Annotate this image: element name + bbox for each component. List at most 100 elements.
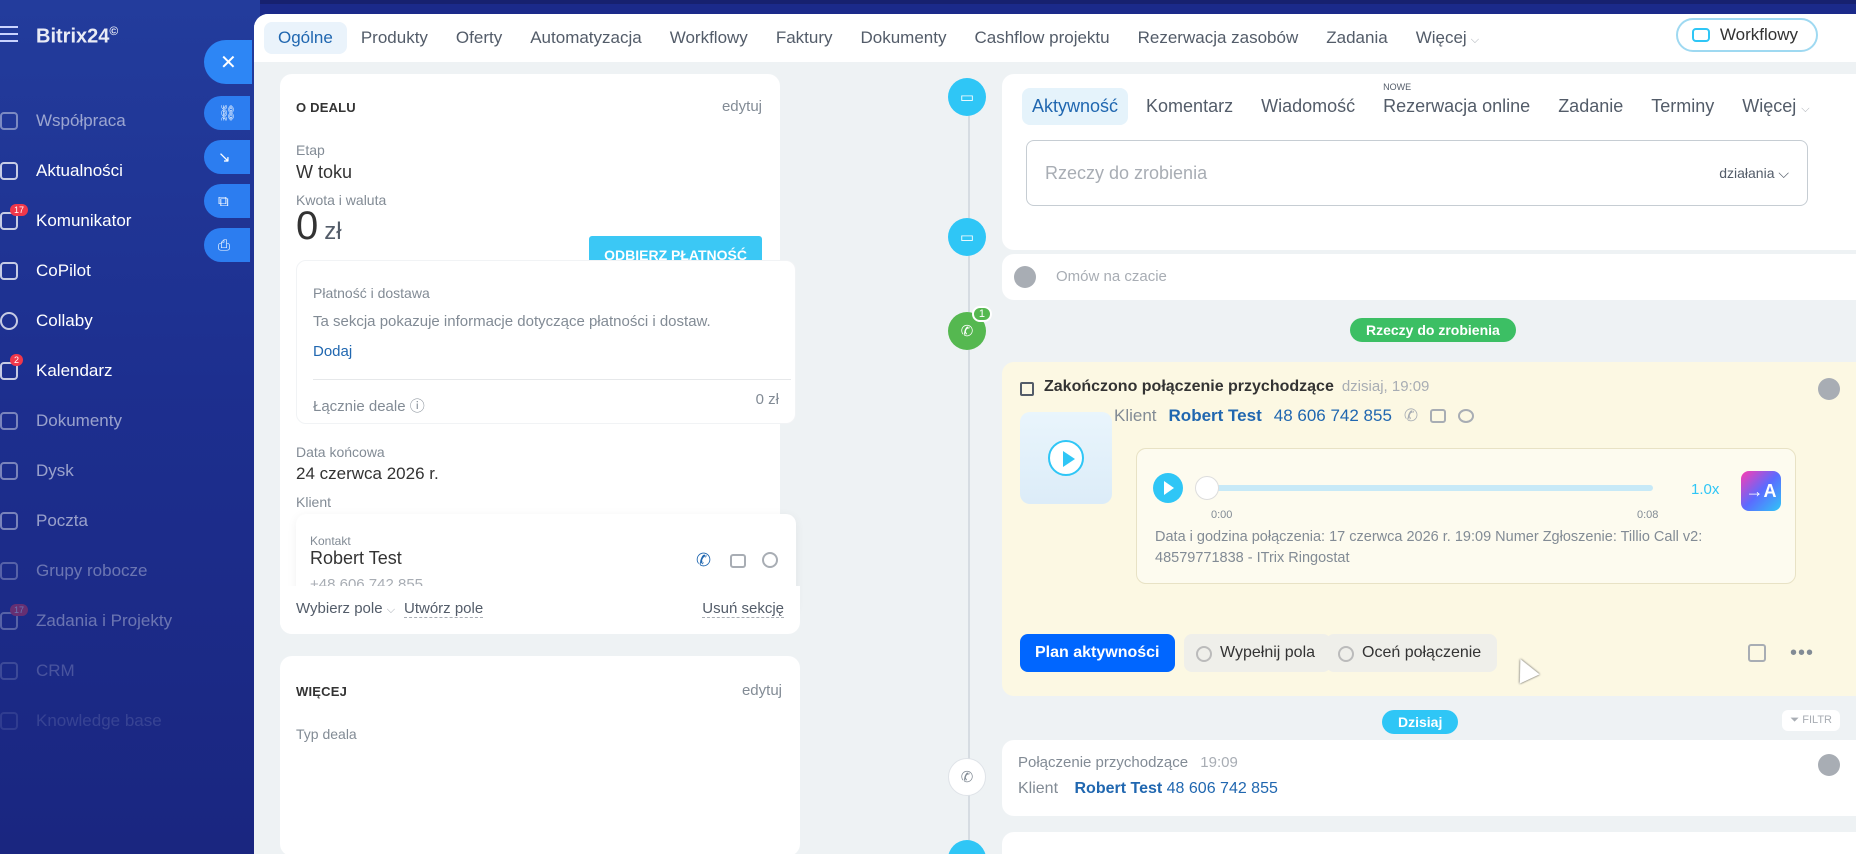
workflow-icon	[1691, 28, 1710, 42]
transcribe-ai-button[interactable]: → A	[1741, 471, 1781, 511]
sidebar-item-poczta[interactable]: Poczta	[0, 496, 250, 546]
avatar	[1014, 266, 1036, 288]
delete-section-link[interactable]: Usuń sekcję	[702, 600, 784, 618]
note-icon[interactable]	[1748, 644, 1766, 662]
sidebar-item-dysk[interactable]: Dysk	[0, 446, 250, 496]
copilot-icon	[0, 262, 18, 280]
tab-produkty[interactable]: Produkty	[347, 22, 442, 54]
tab-automatyzacja[interactable]: Automatyzacja	[516, 22, 656, 54]
create-field-link[interactable]: Utwórz pole	[404, 600, 484, 618]
brand-logo[interactable]: Bitrix24©	[36, 24, 118, 49]
phone-incoming-icon: ✆	[960, 323, 974, 340]
end-date-value[interactable]: 24 czerwca 2026 r.	[296, 464, 439, 484]
print-button[interactable]: ⎙	[204, 228, 250, 262]
phone-icon: ✆	[960, 769, 974, 786]
tab-zadanie[interactable]: Zadanie	[1548, 88, 1633, 125]
client-phone[interactable]: 48 606 742 855	[1167, 780, 1278, 797]
fill-fields-button[interactable]: Wypełnij pola	[1184, 634, 1332, 672]
tab-faktury[interactable]: Faktury	[762, 22, 847, 54]
phone-icon[interactable]: ✆	[1404, 406, 1418, 426]
chat-dot: ▭	[948, 218, 986, 256]
chat-icon[interactable]	[1458, 409, 1475, 423]
select-field-dropdown[interactable]: Wybierz pole ⌵	[296, 600, 395, 617]
phone-icon[interactable]: ✆	[696, 550, 711, 571]
tab-wiadomosc[interactable]: Wiadomość	[1251, 88, 1365, 125]
deal-tabs: Ogólne Produkty Oferty Automatyzacja Wor…	[254, 14, 1856, 62]
new-tag: NOWE	[1383, 82, 1412, 92]
tab-komentarz[interactable]: Komentarz	[1136, 88, 1243, 125]
tab-rezerwacja[interactable]: Rezerwacja zasobów	[1124, 22, 1313, 54]
tab-aktywnosc[interactable]: Aktywność	[1022, 88, 1129, 125]
deal-card-footer: Wybierz pole ⌵ Utwórz pole Usuń sekcję	[280, 586, 800, 634]
close-slider-button[interactable]: ✕	[204, 40, 252, 84]
chevron-down-icon: ⌵	[386, 604, 396, 616]
amount-value[interactable]: 0 zł	[296, 204, 342, 249]
rate-call-button[interactable]: Oceń połączenie	[1326, 634, 1498, 672]
chevron-down-icon: ⌵	[1801, 103, 1810, 115]
progress-track[interactable]	[1197, 485, 1653, 491]
sidebar-item-collaby[interactable]: Collaby	[0, 296, 250, 346]
contact-name[interactable]: Robert Test	[310, 548, 402, 569]
menu-icon[interactable]	[0, 26, 22, 42]
edit-link[interactable]: edytuj	[722, 98, 762, 115]
tab-ogolne[interactable]: Ogólne	[264, 22, 347, 54]
groups-icon	[0, 562, 18, 580]
sidebar-item-grupy[interactable]: Grupy robocze	[0, 546, 250, 596]
add-payment-link[interactable]: Dodaj	[313, 343, 352, 360]
tab-workflowy[interactable]: Workflowy	[656, 22, 762, 54]
responsible-avatar[interactable]	[1818, 378, 1840, 400]
tab-rezerwacja-online[interactable]: NOWE Rezerwacja online	[1373, 82, 1540, 125]
complete-checkbox[interactable]	[1020, 382, 1034, 396]
progress-knob[interactable]	[1195, 476, 1219, 500]
mail-icon	[0, 512, 18, 530]
edit-link[interactable]: edytuj	[742, 682, 782, 699]
news-icon	[0, 162, 18, 180]
client-name[interactable]: Robert Test	[1074, 780, 1162, 797]
divider	[313, 379, 791, 380]
client-phone[interactable]: 48 606 742 855	[1274, 406, 1392, 426]
call-count-badge: 1	[971, 306, 992, 322]
open-new-window-button[interactable]: ⧉	[204, 184, 250, 218]
activity-tabs: Aktywność Komentarz Wiadomość NOWE Rezerw…	[1022, 82, 1820, 125]
tab-zadania[interactable]: Zadania	[1312, 22, 1401, 54]
crm-icon	[0, 662, 18, 680]
recording-thumbnail[interactable]	[1020, 412, 1112, 504]
todo-input[interactable]: Rzeczy do zrobienia działania ⌵	[1026, 140, 1808, 206]
tab-oferty[interactable]: Oferty	[442, 22, 516, 54]
client-name[interactable]: Robert Test	[1169, 406, 1262, 426]
stage-label: Etap	[296, 142, 325, 158]
tab-wiecej[interactable]: Więcej ⌵	[1732, 88, 1819, 125]
chat-card[interactable]: Omów na czacie	[1002, 254, 1856, 300]
stage-value[interactable]: W toku	[296, 162, 352, 183]
filter-button[interactable]: ⏷ FILTR	[1782, 710, 1840, 731]
plan-activity-button[interactable]: Plan aktywności	[1020, 634, 1175, 672]
mail-icon[interactable]	[730, 554, 746, 568]
minimize-button[interactable]: ↘	[204, 140, 250, 174]
time-start: 0:00	[1211, 509, 1233, 521]
sidebar-item-crm[interactable]: CRM	[0, 646, 250, 696]
tab-wiecej[interactable]: Więcej ⌵	[1402, 22, 1493, 54]
tab-dokumenty[interactable]: Dokumenty	[847, 22, 961, 54]
collab-icon	[0, 112, 18, 130]
more-card: WIĘCEJ edytuj Typ deala	[280, 656, 800, 854]
mail-icon[interactable]	[1430, 409, 1447, 423]
play-button[interactable]	[1153, 473, 1183, 503]
workflow-button[interactable]: Workflowy	[1675, 18, 1818, 52]
copy-link-button[interactable]: ⛓	[204, 96, 250, 130]
tab-cashflow[interactable]: Cashflow projektu	[960, 22, 1123, 54]
sidebar-item-knowledge[interactable]: Knowledge base	[0, 696, 250, 746]
actions-dropdown[interactable]: działania ⌵	[1719, 165, 1789, 182]
sidebar-item-zadania[interactable]: 17 Zadania i Projekty	[0, 596, 250, 646]
responsible-avatar[interactable]	[1818, 754, 1840, 776]
deal-info-card: O DEALU edytuj Etap W toku Kwota i walut…	[280, 74, 796, 634]
speed-button[interactable]: 1.0x	[1691, 481, 1719, 498]
more-options-icon[interactable]: •••	[1790, 642, 1814, 665]
deal-slider-panel: Ogólne Produkty Oferty Automatyzacja Wor…	[254, 14, 1856, 854]
chat-icon[interactable]	[762, 552, 778, 568]
sidebar-item-dokumenty[interactable]: Dokumenty	[0, 396, 250, 446]
call-dot: ✆ 1	[948, 306, 992, 350]
payment-delivery-block: Płatność i dostawa Ta sekcja pokazuje in…	[296, 260, 796, 424]
chat-bubble-icon: ▭	[959, 229, 975, 246]
tab-terminy[interactable]: Terminy	[1641, 88, 1724, 125]
sidebar-item-kalendarz[interactable]: 2 Kalendarz	[0, 346, 250, 396]
